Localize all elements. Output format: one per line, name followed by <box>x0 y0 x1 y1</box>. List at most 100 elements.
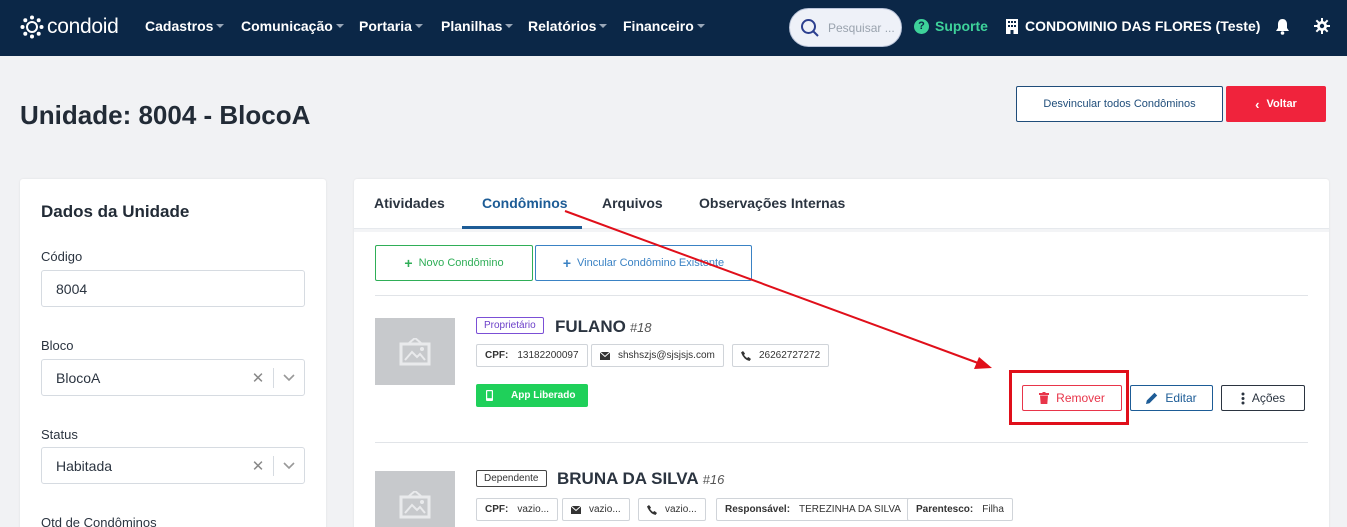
tab-atividades[interactable]: Atividades <box>374 195 445 211</box>
support-link[interactable]: ? Suporte <box>914 18 988 34</box>
new-resident-button[interactable]: + Novo Condômino <box>375 245 533 281</box>
app-status-badge: App Liberado <box>476 384 588 407</box>
link-resident-label: Vincular Condômino Existente <box>577 257 725 269</box>
plus-icon: + <box>562 255 571 271</box>
code-value: 8004 <box>56 280 88 297</box>
edit-label: Editar <box>1165 391 1197 405</box>
back-button[interactable]: ‹ Voltar <box>1226 86 1326 122</box>
cpf-label: CPF: <box>485 504 509 515</box>
tab-bar: Atividades Condôminos Arquivos Observaçõ… <box>354 179 1329 229</box>
relationship-chip: Parentesco: Filha <box>907 498 1013 521</box>
unlink-all-button[interactable]: Desvincular todos Condôminos <box>1016 86 1223 122</box>
code-field[interactable]: 8004 <box>41 270 305 307</box>
more-vertical-icon <box>1241 392 1245 405</box>
role-badge: Proprietário <box>476 317 544 334</box>
envelope-icon <box>600 351 610 360</box>
code-label: Código <box>41 249 83 264</box>
relationship-label: Parentesco: <box>916 504 974 515</box>
chevron-down-icon <box>335 24 344 28</box>
residents-card: Atividades Condôminos Arquivos Observaçõ… <box>354 179 1329 527</box>
chevron-down-icon <box>216 24 225 28</box>
resident-id: #16 <box>702 472 725 487</box>
menu-label: Portaria <box>359 18 412 34</box>
plus-icon: + <box>404 255 413 271</box>
building-icon <box>1006 18 1018 34</box>
phone-icon <box>647 504 657 515</box>
block-label: Bloco <box>41 338 74 353</box>
menu-label: Relatórios <box>528 18 597 34</box>
mobile-icon <box>486 390 493 401</box>
envelope-icon <box>571 505 581 514</box>
bell-icon[interactable] <box>1275 18 1290 40</box>
status-value: Habitada <box>56 457 113 474</box>
email-value: vazio... <box>589 504 621 515</box>
cpf-chip: CPF: vazio... <box>476 498 559 521</box>
status-select[interactable]: Habitada ✕ <box>41 447 305 484</box>
chevron-down-icon <box>599 24 608 28</box>
pencil-icon <box>1146 392 1158 404</box>
clear-icon[interactable]: ✕ <box>243 369 273 387</box>
actions-menu-button[interactable]: Ações <box>1221 385 1305 411</box>
card-title: Dados da Unidade <box>41 202 190 221</box>
logo-icon <box>20 15 44 39</box>
block-value: BlocoA <box>56 369 101 386</box>
search-icon <box>801 18 819 37</box>
resident-name[interactable]: FULANO #18 <box>555 317 652 337</box>
phone-chip: 26262727272 <box>732 344 830 367</box>
phone-icon <box>741 350 751 361</box>
tab-observacoes[interactable]: Observações Internas <box>699 195 845 211</box>
menu-relatorios[interactable]: Relatórios <box>528 18 608 34</box>
logo[interactable]: condoid <box>20 14 119 40</box>
divider <box>375 295 1308 296</box>
guardian-chip: Responsável: TEREZINHA DA SILVA <box>716 498 910 521</box>
menu-planilhas[interactable]: Planilhas <box>441 18 514 34</box>
menu-portaria[interactable]: Portaria <box>359 18 423 34</box>
app-status-label: App Liberado <box>511 390 576 401</box>
status-label: Status <box>41 427 78 442</box>
unit-data-card: Dados da Unidade Código 8004 Bloco Bloco… <box>20 179 326 527</box>
edit-button[interactable]: Editar <box>1130 385 1213 411</box>
menu-label: Planilhas <box>441 18 503 34</box>
resident-count-label: Qtd de Condôminos <box>41 515 157 527</box>
search-input[interactable]: Pesquisar ... <box>789 8 902 47</box>
resident-id: #18 <box>629 320 652 335</box>
image-placeholder-icon <box>399 337 431 365</box>
support-label: Suporte <box>935 18 988 34</box>
search-placeholder: Pesquisar ... <box>828 20 895 35</box>
chevron-down-icon <box>696 24 705 28</box>
divider <box>354 229 1329 232</box>
guardian-label: Responsável: <box>725 504 791 515</box>
chevron-left-icon: ‹ <box>1255 96 1260 112</box>
block-select[interactable]: BlocoA ✕ <box>41 359 305 396</box>
tab-condominos[interactable]: Condôminos <box>482 195 568 211</box>
menu-label: Comunicação <box>241 18 333 34</box>
cpf-label: CPF: <box>485 350 509 361</box>
chevron-down-icon[interactable] <box>274 373 304 382</box>
page-title: Unidade: 8004 - BlocoA <box>20 100 311 130</box>
top-navbar: condoid Cadastros Comunicação Portaria P… <box>0 0 1347 56</box>
phone-value: 26262727272 <box>759 350 821 361</box>
cpf-value: vazio... <box>517 504 550 515</box>
link-resident-button[interactable]: + Vincular Condômino Existente <box>535 245 752 281</box>
gear-icon[interactable] <box>1314 18 1330 39</box>
chevron-down-icon[interactable] <box>274 461 304 470</box>
highlight-box <box>1009 370 1129 425</box>
tab-arquivos[interactable]: Arquivos <box>602 195 663 211</box>
condo-selector[interactable]: CONDOMINIO DAS FLORES (Teste) <box>1006 18 1260 34</box>
help-icon: ? <box>914 18 929 34</box>
role-badge: Dependente <box>476 470 547 487</box>
avatar <box>375 471 455 527</box>
menu-comunicacao[interactable]: Comunicação <box>241 18 344 34</box>
menu-cadastros[interactable]: Cadastros <box>145 18 225 34</box>
back-label: Voltar <box>1266 98 1297 110</box>
menu-financeiro[interactable]: Financeiro <box>623 18 705 34</box>
clear-icon[interactable]: ✕ <box>243 457 273 475</box>
email-value: shshszjs@sjsjsjs.com <box>618 350 715 361</box>
menu-label: Cadastros <box>145 18 214 34</box>
resident-name[interactable]: BRUNA DA SILVA #16 <box>557 469 724 489</box>
email-chip: shshszjs@sjsjsjs.com <box>591 344 724 367</box>
phone-value: vazio... <box>665 504 697 515</box>
divider <box>375 442 1308 443</box>
image-placeholder-icon <box>399 490 431 518</box>
email-chip: vazio... <box>562 498 630 521</box>
